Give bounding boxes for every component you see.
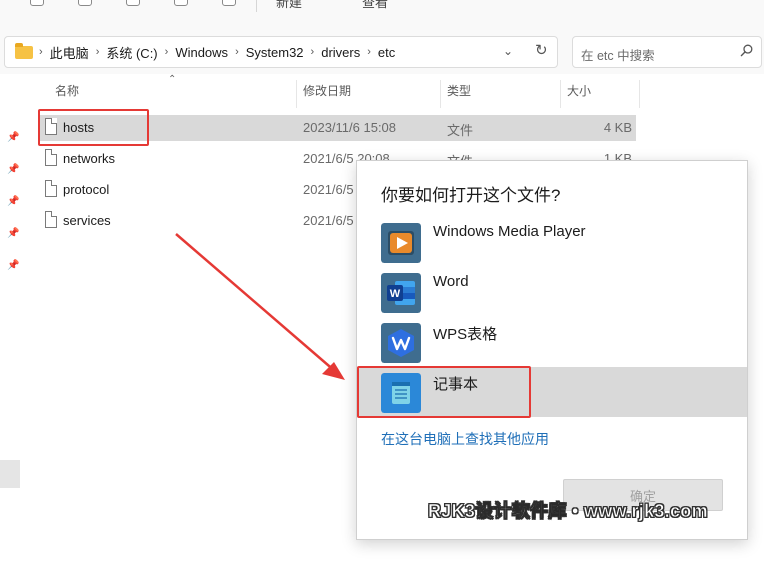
file-date: 2023/11/6 15:08 [303,120,397,135]
app-label: Windows Media Player [433,223,586,240]
column-header-type[interactable]: 类型 [447,82,471,99]
search-input[interactable]: 在 etc 中搜索 [572,36,762,68]
breadcrumb-item[interactable]: etc [378,45,395,60]
column-header-date[interactable]: 修改日期 [303,82,351,99]
view-button[interactable]: 查看 [362,0,388,11]
column-divider[interactable] [296,80,297,108]
app-item-wps[interactable]: WPS表格 [357,317,747,367]
open-with-dialog: 你要如何打开这个文件? Windows Media Player W Word … [356,160,748,540]
pin-icon[interactable]: 📌 [7,260,19,272]
svg-text:W: W [390,288,401,300]
file-size: 4 KB [603,120,632,135]
windows-media-player-icon [381,223,421,263]
new-button[interactable]: 新建 [276,0,302,11]
address-row: › 此电脑 › 系统 (C:) › Windows › System32 › d… [0,30,764,74]
pin-icon[interactable]: 📌 [7,196,19,208]
breadcrumb-item[interactable]: 此电脑 [50,43,89,62]
breadcrumb: › 此电脑 › 系统 (C:) › Windows › System32 › d… [39,37,395,67]
app-item-windows-media-player[interactable]: Windows Media Player [357,217,747,267]
file-date: 2021/6/5 [303,213,354,228]
file-name: networks [63,151,116,166]
copy-icon[interactable] [78,0,92,6]
navigation-pane: 📌 📌 📌 📌 📌 [0,74,24,565]
breadcrumb-item[interactable]: System32 [246,45,304,60]
search-icon[interactable] [740,44,753,57]
file-date: 2021/6/5 [303,182,354,197]
app-label: WPS表格 [433,326,498,343]
wps-icon [381,323,421,363]
nav-selected-item[interactable] [0,460,20,488]
command-bar: 新建 查看 [0,0,764,30]
file-type: 文件 [447,123,474,138]
file-icon [45,180,57,197]
pin-icon[interactable]: 📌 [7,228,19,240]
toolbar-divider [256,0,257,12]
highlight-box-hosts [38,109,149,146]
file-name: protocol [63,182,110,197]
chevron-down-icon[interactable]: ⌄ [503,44,513,58]
column-header-name[interactable]: 名称 [55,82,79,99]
pin-icon[interactable]: 📌 [7,132,19,144]
watermark: RJK3设计软件库 • www.rjk3.com [428,501,708,522]
chevron-right-icon[interactable]: › [165,46,169,58]
folder-icon [15,43,33,59]
breadcrumb-item[interactable]: drivers [321,45,360,60]
file-icon [45,211,57,228]
chevron-right-icon[interactable]: › [311,46,315,58]
search-placeholder: 在 etc 中搜索 [581,49,655,63]
sort-up-icon: ⌃ [168,74,177,85]
chevron-right-icon[interactable]: › [367,46,371,58]
dialog-title: 你要如何打开这个文件? [381,186,561,205]
chevron-right-icon[interactable]: › [235,46,239,58]
delete-icon[interactable] [222,0,236,6]
chevron-right-icon[interactable]: › [96,46,100,58]
find-more-apps-link[interactable]: 在这台电脑上查找其他应用 [381,429,549,449]
app-item-word[interactable]: W Word [357,267,747,317]
column-divider[interactable] [560,80,561,108]
file-name: services [63,213,111,228]
highlight-box-notepad [357,366,531,418]
word-icon: W [381,273,421,313]
paste-icon[interactable] [126,0,140,6]
share-icon[interactable] [174,0,188,6]
column-header-size[interactable]: 大小 [567,82,591,99]
app-label: Word [433,273,469,290]
chevron-right-icon: › [39,46,43,58]
breadcrumb-item[interactable]: 系统 (C:) [106,43,157,62]
refresh-icon[interactable]: ↻ [535,41,548,59]
breadcrumb-item[interactable]: Windows [175,45,228,60]
address-bar[interactable]: › 此电脑 › 系统 (C:) › Windows › System32 › d… [4,36,558,68]
pin-icon[interactable]: 📌 [7,164,19,176]
cut-icon[interactable] [30,0,44,6]
column-divider[interactable] [639,80,640,108]
column-divider[interactable] [440,80,441,108]
file-icon [45,149,57,166]
